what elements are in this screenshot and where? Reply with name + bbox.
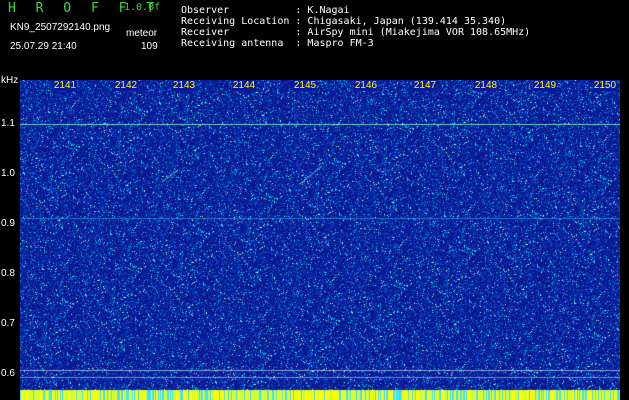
time-tick-2149: 2149 [532,80,558,91]
freq-unit-label: kHz [1,75,19,86]
meta-receiver: Receiver : AirSpy mini (Miakejima VOR 10… [181,27,531,38]
freq-tick-0-8: 0.8 [1,268,15,279]
meta-antenna: Receiving antenna : Maspro FM-3 [181,38,374,49]
time-tick-2143: 2143 [171,80,197,91]
count-label: 109 [141,41,158,52]
spectrogram [20,80,620,400]
freq-tick-1-0: 1.0 [1,168,15,179]
meta-observer: Observer : K.Nagai [181,5,350,16]
datetime-label: 25.07.29 21:40 [10,41,77,52]
freq-tick-1-1: 1.1 [1,118,15,129]
meta-location: Receiving Location : Chigasaki, Japan (1… [181,16,507,27]
time-tick-2142: 2142 [113,80,139,91]
time-tick-2148: 2148 [473,80,499,91]
freq-tick-0-6: 0.6 [1,368,15,379]
time-tick-2147: 2147 [412,80,438,91]
freq-tick-0-9: 0.9 [1,218,15,229]
filename-label: KN9_2507292140.png [10,22,111,33]
spectrogram-canvas [20,80,620,400]
freq-tick-0-7: 0.7 [1,318,15,329]
time-tick-2141: 2141 [52,80,78,91]
time-tick-2144: 2144 [231,80,257,91]
time-tick-2146: 2146 [353,80,379,91]
mode-label: meteor [126,28,158,39]
time-tick-2145: 2145 [292,80,318,91]
version-label: 1.0.0f [124,2,161,13]
time-tick-2150: 2150 [592,80,618,91]
